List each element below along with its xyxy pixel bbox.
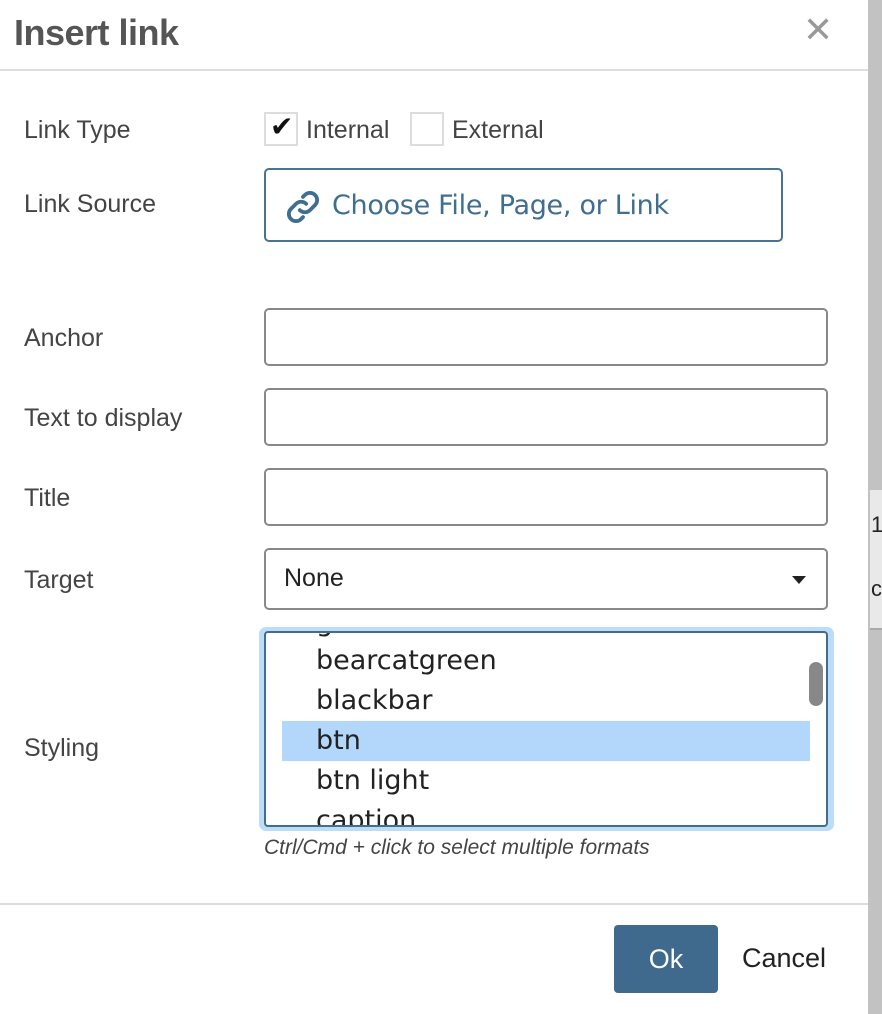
background-text: 1 xyxy=(871,512,882,537)
listbox-scrollbar[interactable] xyxy=(809,662,823,706)
external-checkbox[interactable] xyxy=(410,112,444,146)
target-label: Target xyxy=(24,566,94,594)
link-source-label: Link Source xyxy=(24,190,157,218)
chevron-down-icon xyxy=(792,576,806,584)
header-divider xyxy=(0,69,868,71)
styling-option[interactable]: blackbar xyxy=(282,681,810,721)
background-text: c xyxy=(871,576,882,601)
styling-listbox[interactable]: g bearcatgreen blackbar btn btn light ca… xyxy=(264,631,828,827)
target-select[interactable]: None xyxy=(264,548,828,610)
close-icon[interactable]: ✕ xyxy=(803,12,833,48)
internal-label[interactable]: Internal xyxy=(306,116,389,145)
anchor-input[interactable] xyxy=(264,308,828,366)
insert-link-dialog: Insert link ✕ Link Type ✔ Internal Exter… xyxy=(0,0,868,1014)
link-type-label: Link Type xyxy=(24,116,131,144)
link-chain-icon xyxy=(286,190,320,224)
text-to-display-label: Text to display xyxy=(24,404,183,432)
styling-hint: Ctrl/Cmd + click to select multiple form… xyxy=(264,836,650,859)
footer-divider xyxy=(0,903,868,905)
link-source-button-label: Choose File, Page, or Link xyxy=(332,190,669,221)
checkmark-icon: ✔ xyxy=(270,111,294,142)
styling-option[interactable]: caption xyxy=(282,801,810,825)
styling-option[interactable]: btn light xyxy=(282,761,810,801)
ok-button[interactable]: Ok xyxy=(614,925,718,993)
styling-option-selected[interactable]: btn xyxy=(282,721,810,761)
cancel-button[interactable]: Cancel xyxy=(742,943,826,974)
internal-checkbox[interactable]: ✔ xyxy=(264,111,298,146)
external-label[interactable]: External xyxy=(452,116,544,145)
text-to-display-input[interactable] xyxy=(264,388,828,446)
anchor-label: Anchor xyxy=(24,324,104,352)
choose-link-source-button[interactable]: Choose File, Page, or Link xyxy=(264,168,783,242)
styling-option[interactable]: bearcatgreen xyxy=(282,641,810,681)
dialog-title: Insert link xyxy=(14,12,179,53)
title-label: Title xyxy=(24,484,71,512)
background-panel xyxy=(870,490,882,630)
target-selected-value: None xyxy=(284,564,344,592)
title-input[interactable] xyxy=(264,468,828,526)
styling-label: Styling xyxy=(24,734,100,762)
